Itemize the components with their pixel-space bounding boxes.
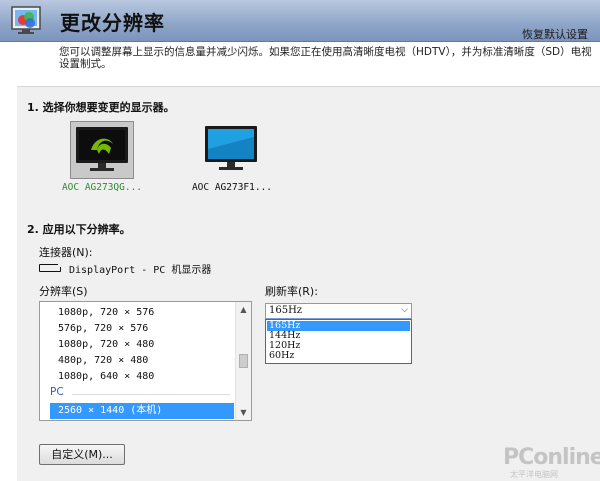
nvidia-control-panel-icon [10, 5, 48, 37]
monitor-icon [205, 126, 257, 170]
resolution-scrollbar[interactable]: ▲ ▼ [235, 302, 251, 420]
custom-resolution-button[interactable]: 自定义(M)... [39, 444, 125, 465]
restore-defaults-link[interactable]: 恢复默认设置 [522, 26, 588, 42]
watermark-logo: PConline [503, 445, 600, 470]
page-description: 您可以调整屏幕上显示的信息量并减少闪烁。如果您正在使用高清晰度电视（HDTV），… [59, 46, 592, 70]
header-bar: 更改分辨率 恢复默认设置 [0, 0, 600, 42]
resolution-selected-text: 2560 × 1440 (本机) [58, 405, 163, 416]
resolution-list: 1080p, 720 × 576 576p, 720 × 576 1080p, … [40, 302, 236, 420]
resolution-item-selected[interactable]: 2560 × 1440 (本机) [50, 403, 234, 419]
resolution-item[interactable]: 1080p, 640 × 480 [58, 369, 154, 385]
scroll-up-icon[interactable]: ▲ [236, 302, 251, 317]
resolution-item[interactable]: 1080p, 720 × 480 [58, 337, 154, 353]
displayport-icon [39, 264, 61, 272]
group-divider [72, 394, 230, 395]
select-display-heading: 1. 选择你想要变更的显示器。 [27, 101, 175, 114]
resolution-item[interactable]: 480p, 720 × 480 [58, 353, 148, 369]
chevron-down-icon: ⌵ [401, 305, 408, 315]
refresh-option[interactable]: 60Hz [267, 351, 410, 361]
settings-panel: 1. 选择你想要变更的显示器。 AOC AG273QG... AOC AG273… [17, 86, 600, 481]
connector-value: DisplayPort - PC 机显示器 [69, 264, 212, 276]
display-label: AOC AG273QG... [61, 182, 143, 193]
refresh-rate-dropdown: 165Hz 144Hz 120Hz 60Hz [265, 319, 412, 364]
resolution-item[interactable]: 576p, 720 × 576 [58, 321, 148, 337]
display-aoc-ag273qg[interactable]: AOC AG273QG... [57, 121, 147, 193]
watermark-subtitle: 太平洋电脑网 [510, 470, 558, 479]
resolution-item[interactable]: 1080p, 720 × 576 [58, 305, 154, 321]
nvidia-monitor-icon [76, 127, 128, 171]
resolution-listbox[interactable]: 1080p, 720 × 576 576p, 720 × 576 1080p, … [39, 301, 252, 421]
refresh-rate-value: 165Hz [269, 305, 303, 316]
refresh-rate-label: 刷新率(R): [265, 285, 318, 298]
connector-label: 连接器(N): [39, 246, 93, 259]
scrollbar-thumb[interactable] [239, 354, 248, 368]
display-aoc-ag273f1[interactable]: AOC AG273F1... [187, 121, 277, 193]
apply-resolution-heading: 2. 应用以下分辨率。 [27, 223, 131, 236]
display-label: AOC AG273F1... [191, 182, 273, 193]
display-selection-frame [70, 121, 134, 179]
scroll-down-icon[interactable]: ▼ [236, 405, 251, 420]
resolution-label: 分辨率(S) [39, 285, 88, 298]
page-title: 更改分辨率 [60, 11, 165, 35]
refresh-rate-select[interactable]: 165Hz ⌵ [265, 303, 412, 319]
display-selection-frame [200, 121, 264, 179]
connector-row: DisplayPort - PC 机显示器 [39, 261, 212, 276]
resolution-group-label: PC [50, 386, 64, 398]
